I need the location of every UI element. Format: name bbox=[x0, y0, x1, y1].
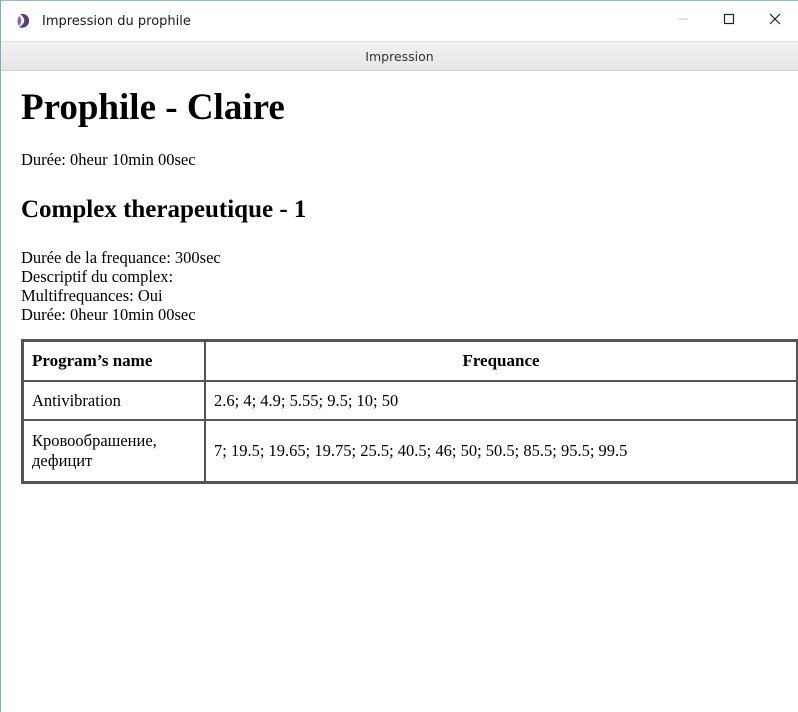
table-header-row: Program’s name Frequance bbox=[23, 341, 797, 381]
table-row: Кровообрашение, дефицит 7; 19.5; 19.65; … bbox=[23, 420, 797, 482]
profile-title: Prophile - Claire bbox=[21, 87, 285, 128]
column-header-program-name: Program’s name bbox=[23, 341, 205, 381]
program-frequencies-cell: 7; 19.5; 19.65; 19.75; 25.5; 40.5; 46; 5… bbox=[205, 420, 797, 482]
title-bar[interactable]: Impression du prophile bbox=[1, 1, 798, 41]
program-frequencies-cell: 2.6; 4; 4.9; 5.55; 9.5; 10; 50 bbox=[205, 381, 797, 420]
maximize-icon bbox=[723, 13, 735, 29]
maximize-button[interactable] bbox=[706, 1, 752, 41]
column-header-frequency: Frequance bbox=[205, 341, 797, 381]
program-name-cell: Кровообрашение, дефицит bbox=[23, 420, 205, 482]
close-icon bbox=[769, 13, 781, 29]
table-row: Antivibration 2.6; 4; 4.9; 5.55; 9.5; 10… bbox=[23, 381, 797, 420]
minimize-button[interactable] bbox=[660, 1, 706, 41]
minimize-icon bbox=[677, 13, 689, 29]
document-content: Prophile - Claire Durée: 0heur 10min 00s… bbox=[1, 86, 798, 484]
window-title: Impression du prophile bbox=[42, 13, 191, 29]
print-window: Impression du prophile Impression Prophi… bbox=[0, 0, 798, 712]
complex-description: Descriptif du complex: bbox=[21, 267, 174, 286]
complex-details: Durée de la frequance: 300sec Descriptif… bbox=[21, 248, 798, 324]
profile-duration: Durée: 0heur 10min 00sec bbox=[21, 150, 196, 169]
program-name-cell: Antivibration bbox=[23, 381, 205, 420]
complex-title: Complex therapeutique - 1 bbox=[21, 196, 307, 223]
print-menu-button[interactable]: Impression bbox=[1, 41, 798, 71]
print-menu-label: Impression bbox=[365, 48, 434, 64]
window-controls bbox=[660, 1, 798, 41]
app-logo-icon bbox=[14, 11, 34, 31]
frequency-duration: Durée de la frequance: 300sec bbox=[21, 248, 221, 267]
close-button[interactable] bbox=[752, 1, 798, 41]
complex-duration: Durée: 0heur 10min 00sec bbox=[21, 305, 196, 324]
multifrequency-flag: Multifrequances: Oui bbox=[21, 286, 163, 305]
programs-table: Program’s name Frequance Antivibration 2… bbox=[21, 339, 798, 484]
